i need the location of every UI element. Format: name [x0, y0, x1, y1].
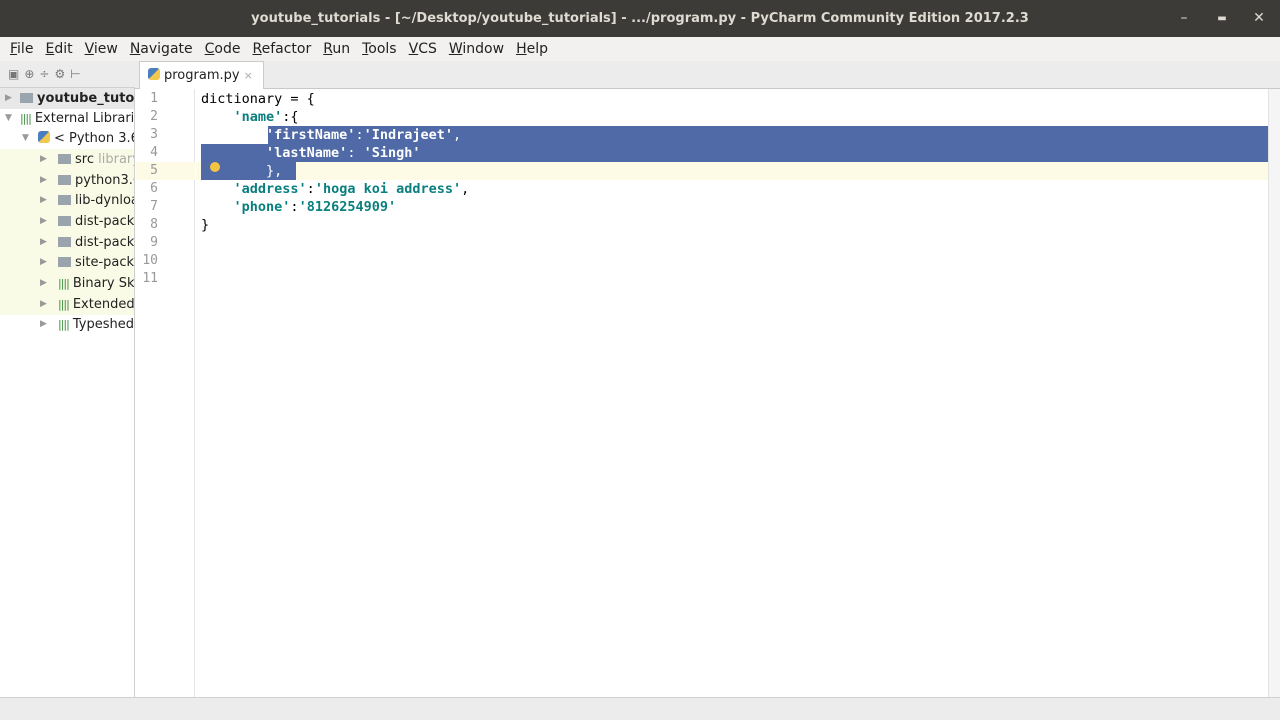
- menu-code[interactable]: Code: [199, 37, 247, 61]
- code-line-1: dictionary = {: [201, 91, 315, 107]
- view-mode-icon[interactable]: ▣: [8, 67, 24, 81]
- close-button[interactable]: ✕: [1244, 0, 1274, 37]
- current-line-highlight: [196, 162, 1268, 180]
- folder-icon: [20, 93, 33, 103]
- menu-edit[interactable]: Edit: [39, 37, 78, 61]
- line-number: 6: [150, 181, 158, 196]
- collapse-icon[interactable]: ÷: [39, 67, 54, 81]
- menu-help[interactable]: Help: [510, 37, 554, 61]
- tab-program-py[interactable]: program.py ×: [139, 61, 264, 89]
- code-line-4: 'lastName': 'Singh': [266, 145, 421, 161]
- lightbulb-icon[interactable]: [210, 162, 220, 172]
- code-line-7: 'phone':'8126254909': [233, 199, 397, 215]
- library-icon: ||||: [20, 112, 32, 125]
- tree-item-src[interactable]: ▶src library root: [0, 149, 134, 170]
- status-bar: [0, 697, 1280, 720]
- folder-icon: [58, 237, 71, 247]
- line-number: 5: [136, 162, 195, 180]
- editor-tabs: program.py ×: [135, 61, 1280, 89]
- line-number: 11: [142, 271, 158, 286]
- line-number: 10: [142, 253, 158, 268]
- python-icon: [38, 131, 50, 143]
- menu-window[interactable]: Window: [443, 37, 510, 61]
- line-number: 9: [150, 235, 158, 250]
- library-icon: ||||: [58, 277, 70, 290]
- folder-icon: [58, 257, 71, 267]
- tab-label: program.py: [164, 68, 240, 83]
- code-line-6: 'address':'hoga koi address',: [233, 181, 470, 197]
- python-file-icon: [148, 68, 160, 80]
- menu-bar: File Edit View Navigate Code Refactor Ru…: [0, 37, 1280, 61]
- tree-item-extended-definitions[interactable]: ▶||||Extended Definitions: [0, 294, 134, 315]
- gear-icon[interactable]: ⚙: [54, 67, 70, 81]
- library-icon: ||||: [58, 298, 70, 311]
- line-number: 4: [150, 145, 158, 160]
- tree-item-site-packages[interactable]: ▶site-packages: [0, 252, 134, 273]
- code-line-2: 'name':{: [233, 109, 299, 125]
- tree-item-lib-dynload[interactable]: ▶lib-dynload: [0, 190, 134, 211]
- minimize-button[interactable]: –: [1169, 0, 1199, 37]
- tree-item-external-libraries[interactable]: ▼||||External Libraries: [0, 108, 134, 129]
- project-toolbar: ▣⊕÷⚙⊢: [0, 61, 135, 88]
- maximize-button[interactable]: ▬: [1207, 0, 1237, 37]
- menu-vcs[interactable]: VCS: [403, 37, 443, 61]
- line-number: 8: [150, 217, 158, 232]
- code-line-3: 'firstName':'Indrajeet',: [266, 127, 462, 143]
- tree-item-dist-packages-2[interactable]: ▶dist-packages: [0, 232, 134, 253]
- code-editor[interactable]: dictionary = { 'name':{ 'firstName':'Ind…: [196, 89, 1268, 697]
- line-gutter: 1 2 3 4 5 6 7 8 9 10 11: [136, 89, 195, 697]
- menu-navigate[interactable]: Navigate: [124, 37, 199, 61]
- code-line-8: }: [201, 217, 210, 233]
- editor-scrollbar[interactable]: [1268, 89, 1280, 697]
- tree-item-python[interactable]: ▼ < Python 3.6: [0, 128, 134, 149]
- hide-icon[interactable]: ⊢: [70, 67, 85, 81]
- folder-icon: [58, 216, 71, 226]
- library-icon: ||||: [58, 318, 70, 331]
- line-number: 2: [150, 109, 158, 124]
- tree-item-project[interactable]: ▶youtube_tutorials: [0, 88, 134, 109]
- line-number: 7: [150, 199, 158, 214]
- project-tree: ▶youtube_tutorials ▼||||External Librari…: [0, 88, 135, 720]
- folder-icon: [58, 195, 71, 205]
- menu-view[interactable]: View: [79, 37, 124, 61]
- tree-item-typeshed[interactable]: ▶||||Typeshed Stubs: [0, 314, 134, 335]
- window-title: youtube_tutorials - [~/Desktop/youtube_t…: [251, 11, 1029, 26]
- folder-icon: [58, 154, 71, 164]
- tree-item-python3[interactable]: ▶ python3.6: [0, 170, 134, 191]
- locate-icon[interactable]: ⊕: [24, 67, 39, 81]
- folder-icon: [58, 175, 71, 185]
- tree-item-binary-skeletons[interactable]: ▶||||Binary Skeletons: [0, 273, 134, 294]
- menu-run[interactable]: Run: [317, 37, 356, 61]
- menu-file[interactable]: File: [4, 37, 39, 61]
- tree-item-dist-packages[interactable]: ▶dist-packages: [0, 211, 134, 232]
- line-number: 1: [150, 91, 158, 106]
- tab-close-icon[interactable]: ×: [244, 69, 253, 82]
- menu-tools[interactable]: Tools: [356, 37, 403, 61]
- title-bar: youtube_tutorials - [~/Desktop/youtube_t…: [0, 0, 1280, 37]
- line-number: 3: [150, 127, 158, 142]
- menu-refactor[interactable]: Refactor: [246, 37, 317, 61]
